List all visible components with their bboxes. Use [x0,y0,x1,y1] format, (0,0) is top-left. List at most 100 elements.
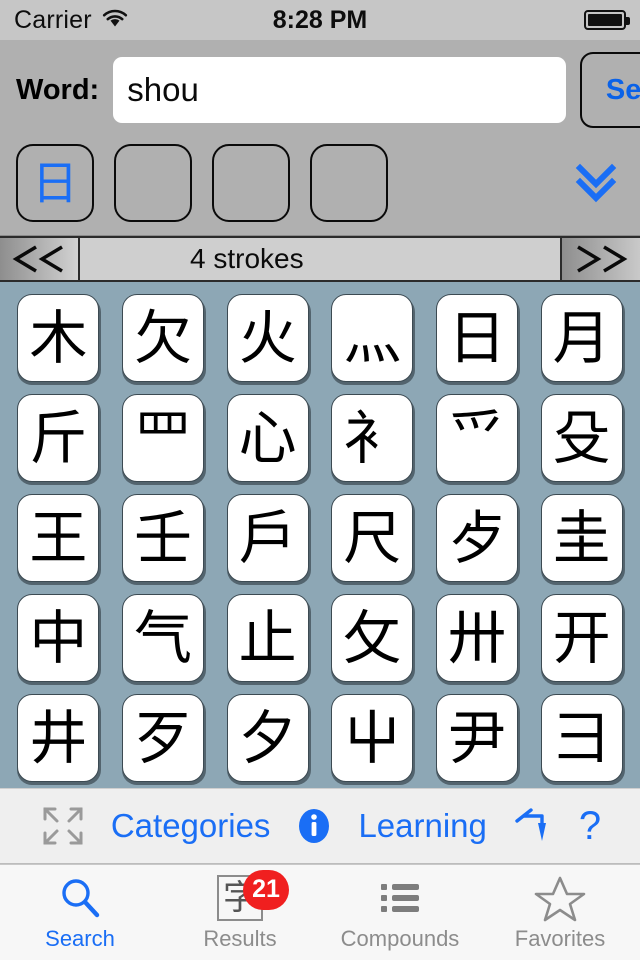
search-header: Word: Search 日 [0,40,640,236]
next-stroke-button[interactable] [560,238,640,280]
grid-cell: 气 [111,588,216,688]
status-bar-right [584,10,630,30]
grid-cell: 攵 [320,588,425,688]
grid-cell: 卅 [425,588,530,688]
grid-cell: 殳 [529,388,634,488]
app-root: Carrier 8:28 PM Word: Search 日 [0,0,640,960]
help-button[interactable]: ? [579,804,601,849]
word-input[interactable] [113,57,567,123]
character-tile[interactable]: 开 [540,594,623,682]
grid-cell: 彐 [529,688,634,788]
chevron-double-down-icon[interactable] [568,160,624,206]
grid-cell: 中 [6,588,111,688]
character-tile[interactable]: 尹 [435,694,518,782]
status-bar: Carrier 8:28 PM [0,0,640,40]
grid-cell: 止 [215,588,320,688]
character-tile[interactable]: 灬 [331,294,414,382]
grid-cell: 戶 [215,488,320,588]
tab-bar: Search 字 21 Results Compounds Favorites [0,864,640,960]
character-tile[interactable]: 彐 [540,694,623,782]
character-tile[interactable]: 殳 [540,394,623,482]
character-tile[interactable]: 罒 [121,394,204,482]
tab-label: Search [45,925,115,951]
character-tile[interactable]: 中 [17,594,100,682]
categories-label: Categories [110,807,271,844]
tab-results[interactable]: 字 21 Results [160,865,320,960]
character-tile[interactable]: 井 [17,694,100,782]
grid-cell: 壬 [111,488,216,588]
character-tile[interactable]: 爫 [435,394,518,482]
search-row: Word: Search [0,40,640,140]
character-tile[interactable]: 日 [435,294,518,382]
radical-row: 日 [0,140,640,226]
character-grid: 木 欠 火 灬 日 月 斤 罒 心 衤 爫 殳 王 壬 戶 尺 歺 圭 中 气 … [6,288,634,788]
character-tile[interactable]: 王 [17,494,100,582]
grid-cell: 衤 [320,388,425,488]
tab-compounds[interactable]: Compounds [320,865,480,960]
info-circle-icon[interactable] [294,806,334,846]
grid-cell: 圭 [529,488,634,588]
learning-button[interactable]: Learning [358,807,486,845]
character-tile[interactable]: 衤 [331,394,414,482]
tab-search[interactable]: Search [0,865,160,960]
character-box-icon: 字 21 [217,869,289,922]
grid-cell: 尺 [320,488,425,588]
character-tile[interactable]: 心 [226,394,309,482]
categories-button[interactable]: Categories [111,807,271,845]
grid-cell: 木 [6,288,111,388]
character-tile[interactable]: 欠 [121,294,204,382]
character-tile[interactable]: 歺 [435,494,518,582]
radical-box-3[interactable] [212,144,290,222]
character-tile[interactable]: 斤 [17,394,100,482]
stroke-order-pen-icon[interactable] [511,803,555,849]
battery-full-icon [584,10,630,30]
character-tile[interactable]: 木 [17,294,100,382]
character-grid-area: 木 欠 火 灬 日 月 斤 罒 心 衤 爫 殳 王 壬 戶 尺 歺 圭 中 气 … [0,282,640,788]
grid-cell: 欠 [111,288,216,388]
list-icon [377,874,423,922]
grid-cell: 罒 [111,388,216,488]
stroke-nav-bar: 4 strokes [0,236,640,282]
grid-cell: 歹 [111,688,216,788]
grid-cell: 王 [6,488,111,588]
tab-label: Favorites [514,925,606,951]
star-icon [534,874,586,922]
carrier-label: Carrier [14,5,92,34]
character-tile[interactable]: 月 [540,294,623,382]
character-tile[interactable]: 壬 [121,494,204,582]
grid-cell: 屮 [320,688,425,788]
search-button[interactable]: Search [580,52,640,128]
character-tile[interactable]: 攵 [331,594,414,682]
grid-cell: 夕 [215,688,320,788]
grid-cell: 井 [6,688,111,788]
character-tile[interactable]: 歹 [121,694,204,782]
grid-cell: 尹 [425,688,530,788]
magnifier-icon [57,874,103,922]
radical-box-2[interactable] [114,144,192,222]
grid-cell: 歺 [425,488,530,588]
grid-cell: 火 [215,288,320,388]
character-tile[interactable]: 屮 [331,694,414,782]
grid-cell: 日 [425,288,530,388]
radical-box-4[interactable] [310,144,388,222]
character-tile[interactable]: 止 [226,594,309,682]
character-tile[interactable]: 圭 [540,494,623,582]
grid-cell: 心 [215,388,320,488]
character-tile[interactable]: 夕 [226,694,309,782]
prev-stroke-button[interactable] [0,238,80,280]
radical-box-1[interactable]: 日 [16,144,94,222]
secondary-toolbar: Categories Learning ? [0,788,640,864]
stroke-count-label: 4 strokes [80,238,560,280]
wifi-icon [100,7,130,34]
character-tile[interactable]: 戶 [226,494,309,582]
tab-favorites[interactable]: Favorites [480,865,640,960]
character-tile[interactable]: 火 [226,294,309,382]
tab-label: Compounds [340,925,460,951]
tab-label: Results [203,925,277,951]
grid-cell: 开 [529,588,634,688]
character-tile[interactable]: 卅 [435,594,518,682]
expand-arrows-icon[interactable] [39,803,87,849]
help-label: ? [578,803,602,848]
character-tile[interactable]: 气 [121,594,204,682]
character-tile[interactable]: 尺 [331,494,414,582]
